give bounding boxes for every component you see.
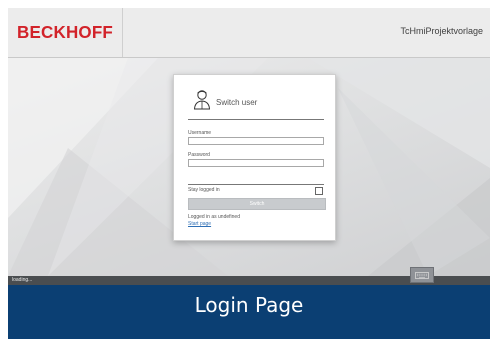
login-dialog: Switch user Username Password Stay logge… bbox=[173, 74, 336, 241]
project-title: TcHmiProjektvorlage bbox=[400, 26, 483, 36]
caption-text: Login Page bbox=[194, 293, 304, 317]
caption-banner: Login Page bbox=[8, 285, 490, 339]
keyboard-button[interactable] bbox=[410, 267, 434, 283]
start-page-link[interactable]: Start page bbox=[188, 221, 211, 227]
status-bar: loading... bbox=[8, 267, 490, 285]
logo-container: BECKHOFF bbox=[8, 8, 123, 57]
username-label: Username bbox=[188, 130, 212, 136]
login-title: Switch user bbox=[216, 98, 258, 107]
loading-status: loading... bbox=[12, 277, 33, 283]
password-input[interactable] bbox=[188, 159, 324, 167]
login-header: Switch user bbox=[188, 87, 324, 115]
hmi-app: BECKHOFF TcHmiProjektvorlage Switch user bbox=[8, 8, 490, 339]
password-label: Password bbox=[188, 152, 210, 158]
header-divider bbox=[188, 119, 324, 120]
top-bar: BECKHOFF TcHmiProjektvorlage bbox=[8, 8, 490, 58]
stay-logged-in-checkbox[interactable] bbox=[315, 187, 323, 195]
content-background: Switch user Username Password Stay logge… bbox=[8, 58, 490, 276]
beckhoff-logo: BECKHOFF bbox=[16, 22, 114, 42]
login-status-text: Logged in as undefined bbox=[188, 214, 240, 220]
switch-button-label: Switch bbox=[249, 201, 265, 207]
stay-logged-in-label: Stay logged in bbox=[188, 187, 220, 193]
switch-button[interactable]: Switch bbox=[188, 198, 326, 210]
user-icon bbox=[193, 90, 211, 110]
keyboard-icon bbox=[415, 271, 429, 279]
username-input[interactable] bbox=[188, 137, 324, 145]
options-divider bbox=[188, 184, 324, 185]
